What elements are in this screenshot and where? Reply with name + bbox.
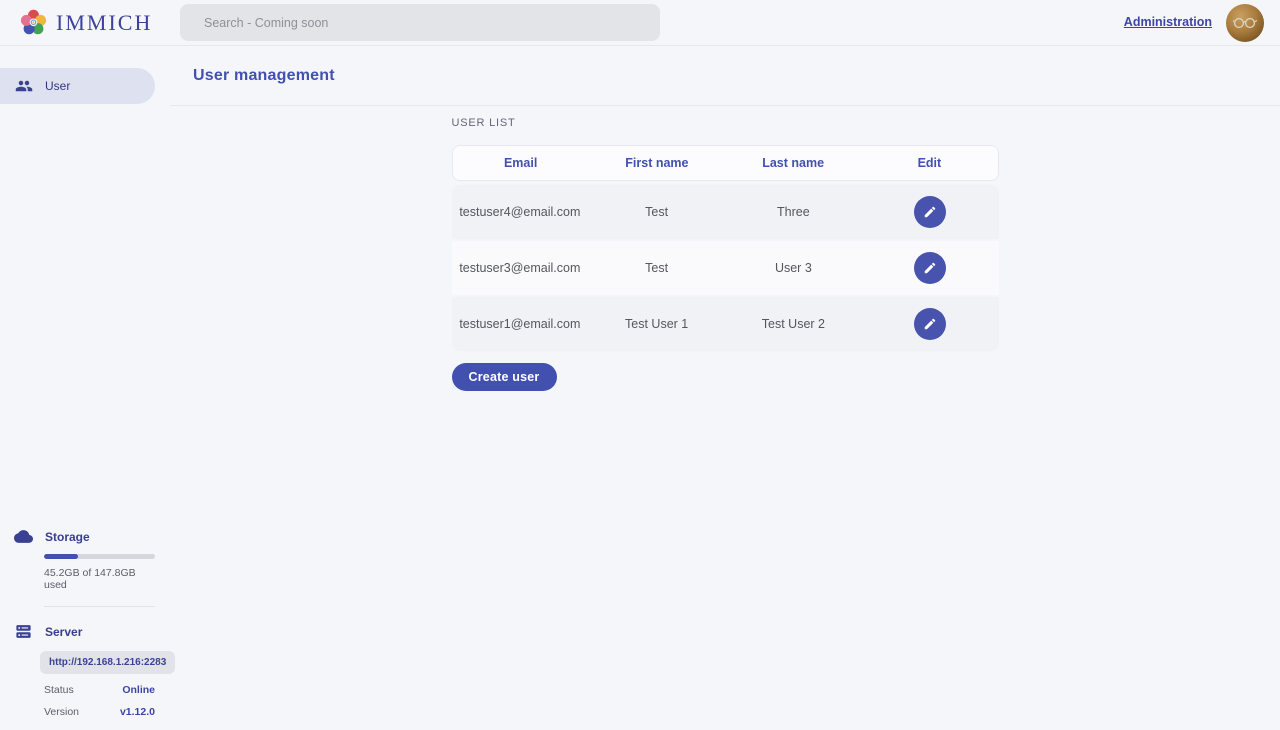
search-input[interactable]: [180, 4, 660, 41]
sidebar-status-panel: Storage 45.2GB of 147.8GB used: [0, 527, 170, 730]
server-version-value: v1.12.0: [120, 706, 155, 718]
sidebar-item-user[interactable]: User: [0, 68, 155, 104]
sidebar-item-label: User: [45, 79, 70, 93]
storage-progress-fill: [44, 554, 78, 559]
storage-progress-bar: [44, 554, 155, 559]
server-status-label: Status: [44, 684, 74, 696]
app-header: IMMICH Administration: [0, 0, 1280, 46]
server-url-chip: http://192.168.1.216:2283: [40, 651, 175, 674]
user-last-name: Test User 2: [725, 317, 862, 331]
page-title: User management: [193, 67, 335, 85]
table-row: testuser3@email.com Test User 3: [452, 241, 999, 295]
immich-logo[interactable]: IMMICH: [20, 9, 152, 36]
user-email: testuser4@email.com: [452, 205, 589, 219]
server-status-value: Online: [122, 684, 155, 696]
user-first-name: Test: [588, 205, 725, 219]
pencil-icon: [923, 261, 937, 275]
user-avatar[interactable]: [1226, 4, 1264, 42]
user-last-name: User 3: [725, 261, 862, 275]
edit-user-button[interactable]: [914, 252, 946, 284]
storage-usage-text: 45.2GB of 147.8GB used: [44, 567, 155, 591]
server-version-label: Version: [44, 706, 79, 718]
user-email: testuser3@email.com: [452, 261, 589, 275]
server-icon: [14, 622, 33, 641]
table-row: testuser4@email.com Test Three: [452, 185, 999, 239]
server-title: Server: [45, 625, 82, 639]
sidebar: User Storage 45.2GB of 147.8GB used: [0, 46, 170, 730]
storage-title: Storage: [45, 530, 90, 544]
pencil-icon: [923, 317, 937, 331]
user-table-header: Email First name Last name Edit: [452, 145, 999, 181]
column-header-edit: Edit: [861, 156, 997, 170]
sidebar-divider: [44, 606, 155, 607]
user-last-name: Three: [725, 205, 862, 219]
column-header-first-name: First name: [589, 156, 725, 170]
edit-user-button[interactable]: [914, 308, 946, 340]
immich-flower-icon: [20, 9, 47, 36]
cloud-icon: [14, 527, 33, 546]
user-first-name: Test: [588, 261, 725, 275]
pencil-icon: [923, 205, 937, 219]
user-email: testuser1@email.com: [452, 317, 589, 331]
table-row: testuser1@email.com Test User 1 Test Use…: [452, 297, 999, 351]
column-header-last-name: Last name: [725, 156, 861, 170]
app-title: IMMICH: [56, 10, 152, 36]
create-user-button[interactable]: Create user: [452, 363, 557, 391]
edit-user-button[interactable]: [914, 196, 946, 228]
user-first-name: Test User 1: [588, 317, 725, 331]
glasses-icon: [1233, 17, 1257, 29]
users-icon: [15, 77, 33, 95]
column-header-email: Email: [453, 156, 589, 170]
main-panel: User management USER LIST Email First na…: [170, 46, 1280, 730]
user-table-body: testuser4@email.com Test Three testuser3…: [452, 185, 999, 351]
user-list-label: USER LIST: [452, 117, 999, 129]
page-title-bar: User management: [170, 46, 1280, 106]
administration-link[interactable]: Administration: [1124, 15, 1212, 29]
